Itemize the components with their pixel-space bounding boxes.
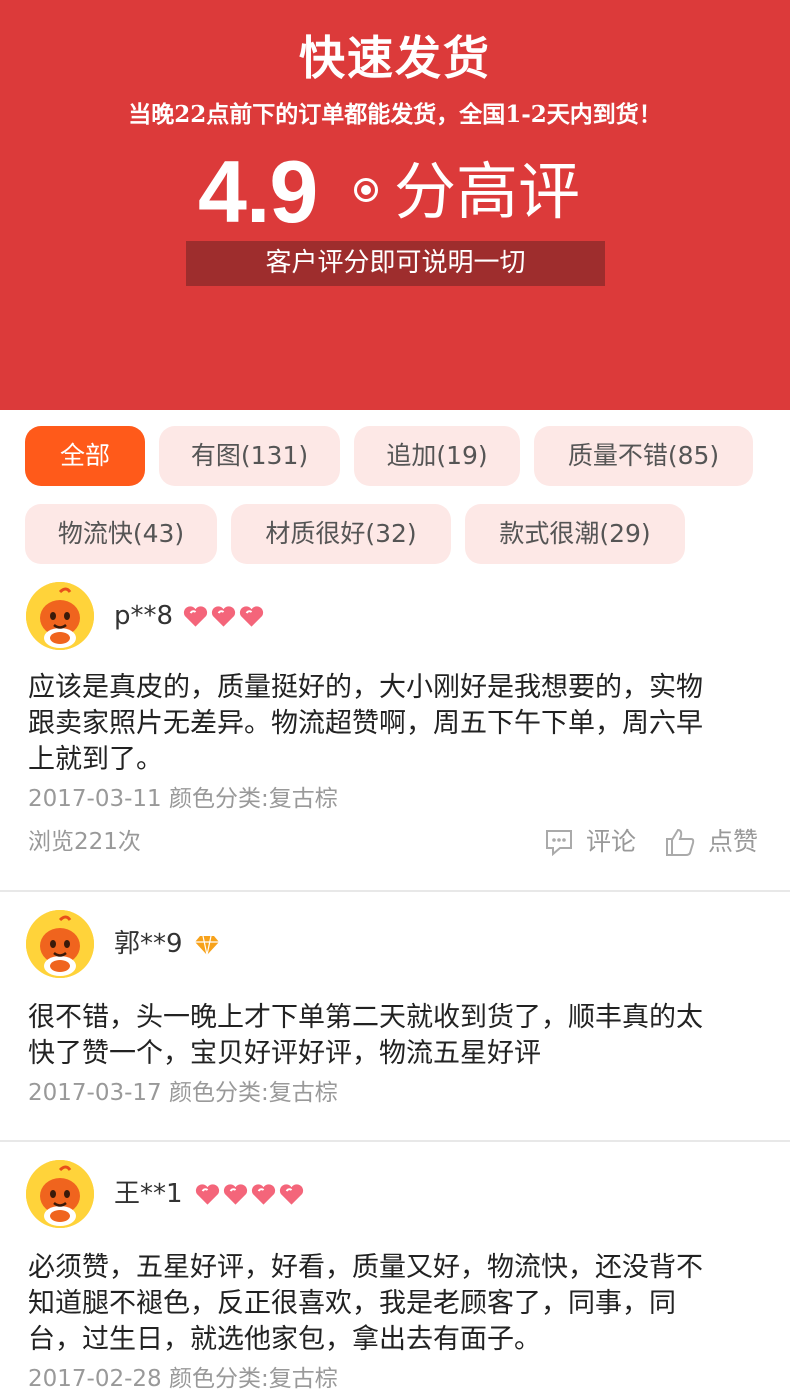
review-text-line: 知道腿不褪色，反正很喜欢，我是老顾客了，同事，同 <box>28 1288 676 1319</box>
review-text-line: 跟卖家照片无差异。物流超赞啊，周五下午下单，周六早 <box>28 708 703 739</box>
heart-badge-icon <box>239 606 264 627</box>
review-text-line: 必须赞，五星好评，好看，质量又好，物流快，还没背不 <box>28 1252 703 1283</box>
filter-tag-followup[interactable]: 追加(19) <box>354 426 520 486</box>
banner-title: 快速发货 <box>299 31 491 85</box>
review-item: p**8 应该是真皮的，质量挺好的，大小刚好是我想要的，实物 跟卖家照片无差异。… <box>0 580 790 890</box>
heart-badge-icon <box>183 606 208 627</box>
diamond-badge-icon <box>195 935 219 956</box>
filter-tag-good-material[interactable]: 材质很好(32) <box>231 504 451 564</box>
heart-badge-icon <box>223 1184 248 1205</box>
heart-badge-icon <box>251 1184 276 1205</box>
user-level-badges <box>194 1179 306 1209</box>
mascot-icon <box>26 582 94 650</box>
review-filter-tags: 全部 有图(131) 追加(19) 质量不错(85) 物流快(43) 材质很好(… <box>0 410 790 580</box>
review-meta: 2017-02-28 颜色分类:复古棕 <box>28 1366 338 1392</box>
heart-badge-icon <box>195 1184 220 1205</box>
heart-badge-icon <box>279 1184 304 1205</box>
banner-note: 客户评分即可说明一切 <box>186 241 605 286</box>
review-username[interactable]: p**8 <box>114 598 173 634</box>
review-text-line: 很不错，头一晚上才下单第二天就收到货了，顺丰真的太 <box>28 1002 703 1033</box>
mascot-icon <box>26 1160 94 1228</box>
avatar[interactable] <box>26 1160 94 1228</box>
review-text-line: 台，过生日，就选他家包，拿出去有面子。 <box>28 1324 541 1355</box>
filter-tag-with-images[interactable]: 有图(131) <box>159 426 340 486</box>
review-text: 应该是真皮的，质量挺好的，大小刚好是我想要的，实物 跟卖家照片无差异。物流超赞啊… <box>28 670 778 778</box>
avatar[interactable] <box>26 582 94 650</box>
review-text-line: 快了赞一个，宝贝好评好评，物流五星好评 <box>28 1038 541 1069</box>
banner-subtitle: 当晚22点前下的订单都能发货，全国1-2天内到货！ <box>128 101 662 128</box>
like-label: 点赞 <box>708 827 759 856</box>
review-username[interactable]: 郭**9 <box>114 926 183 962</box>
mascot-icon <box>26 910 94 978</box>
review-meta: 2017-03-17 颜色分类:复古棕 <box>28 1080 338 1106</box>
comment-button[interactable]: 评论 <box>544 826 636 858</box>
filter-tag-good-quality[interactable]: 质量不错(85) <box>534 426 753 486</box>
user-level-badges <box>182 601 266 631</box>
promo-banner: 快速发货 当晚22点前下的订单都能发货，全国1-2天内到货！ 4.9 分高评 客… <box>0 0 790 410</box>
review-text: 很不错，头一晚上才下单第二天就收到货了，顺丰真的太 快了赞一个，宝贝好评好评，物… <box>28 1000 778 1072</box>
review-item: 王**1 必须赞，五星好评，好看，质量又好，物流快，还没背不 知道腿不褪色，反正… <box>0 1142 790 1398</box>
filter-tag-all[interactable]: 全部 <box>25 426 145 486</box>
review-meta: 2017-03-11 颜色分类:复古棕 <box>28 786 338 812</box>
comment-label: 评论 <box>586 827 637 856</box>
comment-icon <box>546 830 572 856</box>
review-text: 必须赞，五星好评，好看，质量又好，物流快，还没背不 知道腿不褪色，反正很喜欢，我… <box>28 1250 778 1358</box>
avatar[interactable] <box>26 910 94 978</box>
view-count: 浏览221次 <box>28 829 141 855</box>
heart-badge-icon <box>211 606 236 627</box>
review-text-line: 上就到了。 <box>28 744 163 775</box>
rating-suffix: 分高评 <box>394 155 581 228</box>
user-level-badges <box>194 930 220 960</box>
like-button[interactable]: 点赞 <box>664 826 758 858</box>
rating-row: 4.9 分高评 <box>0 142 790 242</box>
thumbs-up-icon <box>666 828 695 856</box>
filter-tag-trendy-style[interactable]: 款式很潮(29) <box>465 504 685 564</box>
dot-icon <box>354 178 378 202</box>
review-text-line: 应该是真皮的，质量挺好的，大小刚好是我想要的，实物 <box>28 672 703 703</box>
filter-tag-fast-shipping[interactable]: 物流快(43) <box>25 504 217 564</box>
review-username[interactable]: 王**1 <box>114 1176 183 1212</box>
review-item: 郭**9 很不错，头一晚上才下单第二天就收到货了，顺丰真的太 快了赞一个，宝贝好… <box>0 892 790 1140</box>
rating-value: 4.9 <box>198 142 318 241</box>
